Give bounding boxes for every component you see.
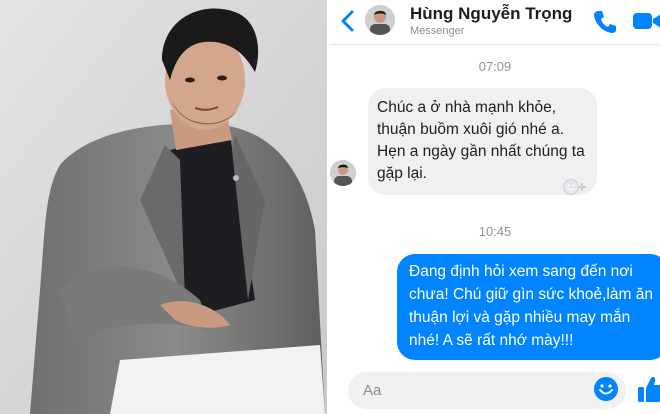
phone-icon (594, 11, 616, 33)
add-reaction-icon (563, 179, 586, 195)
contact-avatar[interactable] (365, 5, 395, 35)
man-portrait-image (0, 0, 327, 414)
avatar-image (330, 160, 356, 186)
messenger-chat: Hùng Nguyễn Trọng Messenger 07:09 Chúc a… (330, 0, 660, 414)
outgoing-message-bubble[interactable]: Đang định hỏi xem sang đến nơi chưa! Chú… (397, 254, 660, 360)
chat-header: Hùng Nguyễn Trọng Messenger (330, 0, 660, 45)
message-input[interactable]: Aa (348, 372, 626, 409)
sender-avatar[interactable] (330, 160, 356, 186)
back-button[interactable] (336, 6, 360, 36)
message-timestamp: 07:09 (478, 59, 512, 74)
message-input-placeholder: Aa (363, 382, 382, 399)
contact-name[interactable]: Hùng Nguyễn Trọng (410, 4, 572, 24)
thumbs-up-icon (638, 377, 660, 402)
emoji-button[interactable] (593, 376, 619, 402)
call-button[interactable] (593, 8, 617, 34)
emoji-icon (594, 377, 618, 401)
chevron-left-icon (341, 10, 354, 32)
add-reaction-button[interactable] (562, 178, 588, 196)
avatar-image (365, 5, 395, 35)
video-call-button[interactable] (632, 10, 660, 32)
contact-subtitle: Messenger (410, 25, 465, 37)
video-camera-icon (633, 13, 660, 29)
like-button[interactable] (637, 374, 660, 404)
profile-photo (0, 0, 327, 414)
message-timestamp: 10:45 (478, 224, 512, 239)
